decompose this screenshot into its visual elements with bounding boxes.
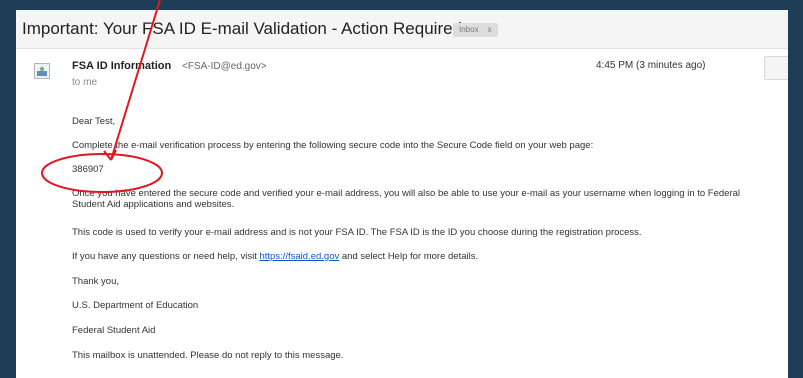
email-subject: Important: Your FSA ID E-mail Validation… xyxy=(22,19,463,38)
email-org-1: U.S. Department of Education xyxy=(72,300,199,311)
email-help-suffix: and select Help for more details. xyxy=(341,251,479,262)
email-timestamp: 4:45 PM (3 minutes ago) xyxy=(596,60,706,71)
sender-avatar xyxy=(34,63,50,79)
email-action-button[interactable] xyxy=(764,56,788,80)
sender-email: <FSA-ID@ed.gov> xyxy=(182,61,267,72)
email-greeting: Dear Test, xyxy=(72,116,116,127)
email-help-line: If you have any questions or need help, … xyxy=(72,251,478,262)
subject-bar: Important: Your FSA ID E-mail Validation… xyxy=(16,10,788,49)
secure-code: 386907 xyxy=(72,164,104,175)
email-thanks: Thank you, xyxy=(72,276,119,287)
email-org-2: Federal Student Aid xyxy=(72,325,156,336)
email-window: Important: Your FSA ID E-mail Validation… xyxy=(16,10,788,378)
default-avatar-icon xyxy=(37,66,47,76)
inbox-label-badge[interactable]: Inbox x xyxy=(453,23,498,37)
inbox-label-text: Inbox xyxy=(459,25,479,34)
recipient-details-toggle[interactable]: to me xyxy=(72,77,97,88)
email-help-prefix: If you have any questions or need help, … xyxy=(72,251,257,262)
email-footer: This mailbox is unattended. Please do no… xyxy=(72,350,344,361)
email-paragraph-after-code: Once you have entered the secure code an… xyxy=(72,188,741,210)
email-verify-note: This code is used to verify your e-mail … xyxy=(72,227,642,238)
fsaid-help-link[interactable]: https://fsaid.ed.gov xyxy=(259,251,339,262)
email-instruction: Complete the e-mail verification process… xyxy=(72,140,594,151)
inbox-label-remove-button[interactable]: x xyxy=(488,25,492,34)
sender-name: FSA ID Information xyxy=(72,60,172,72)
